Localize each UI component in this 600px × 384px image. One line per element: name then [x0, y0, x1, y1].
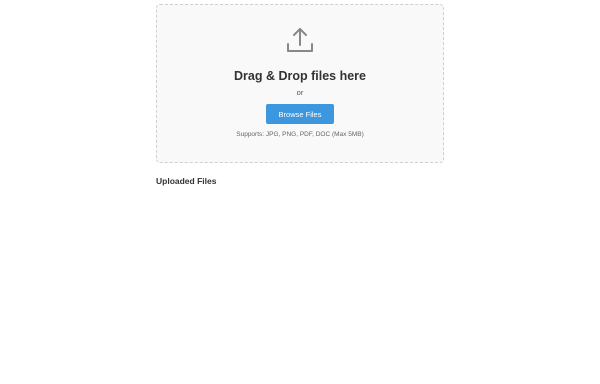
- supported-formats-text: Supports: JPG, PNG, PDF, DOC (Max 5MB): [236, 131, 364, 138]
- drop-zone[interactable]: Drag & Drop files here or Browse Files S…: [156, 4, 444, 163]
- drop-zone-title: Drag & Drop files here: [234, 69, 366, 83]
- drop-zone-or-text: or: [296, 88, 304, 97]
- browse-files-button[interactable]: Browse Files: [266, 104, 334, 124]
- upload-container: Drag & Drop files here or Browse Files S…: [156, 4, 444, 187]
- page: Drag & Drop files here or Browse Files S…: [0, 0, 600, 384]
- uploaded-files-heading: Uploaded Files: [156, 176, 217, 186]
- upload-icon: [287, 28, 313, 52]
